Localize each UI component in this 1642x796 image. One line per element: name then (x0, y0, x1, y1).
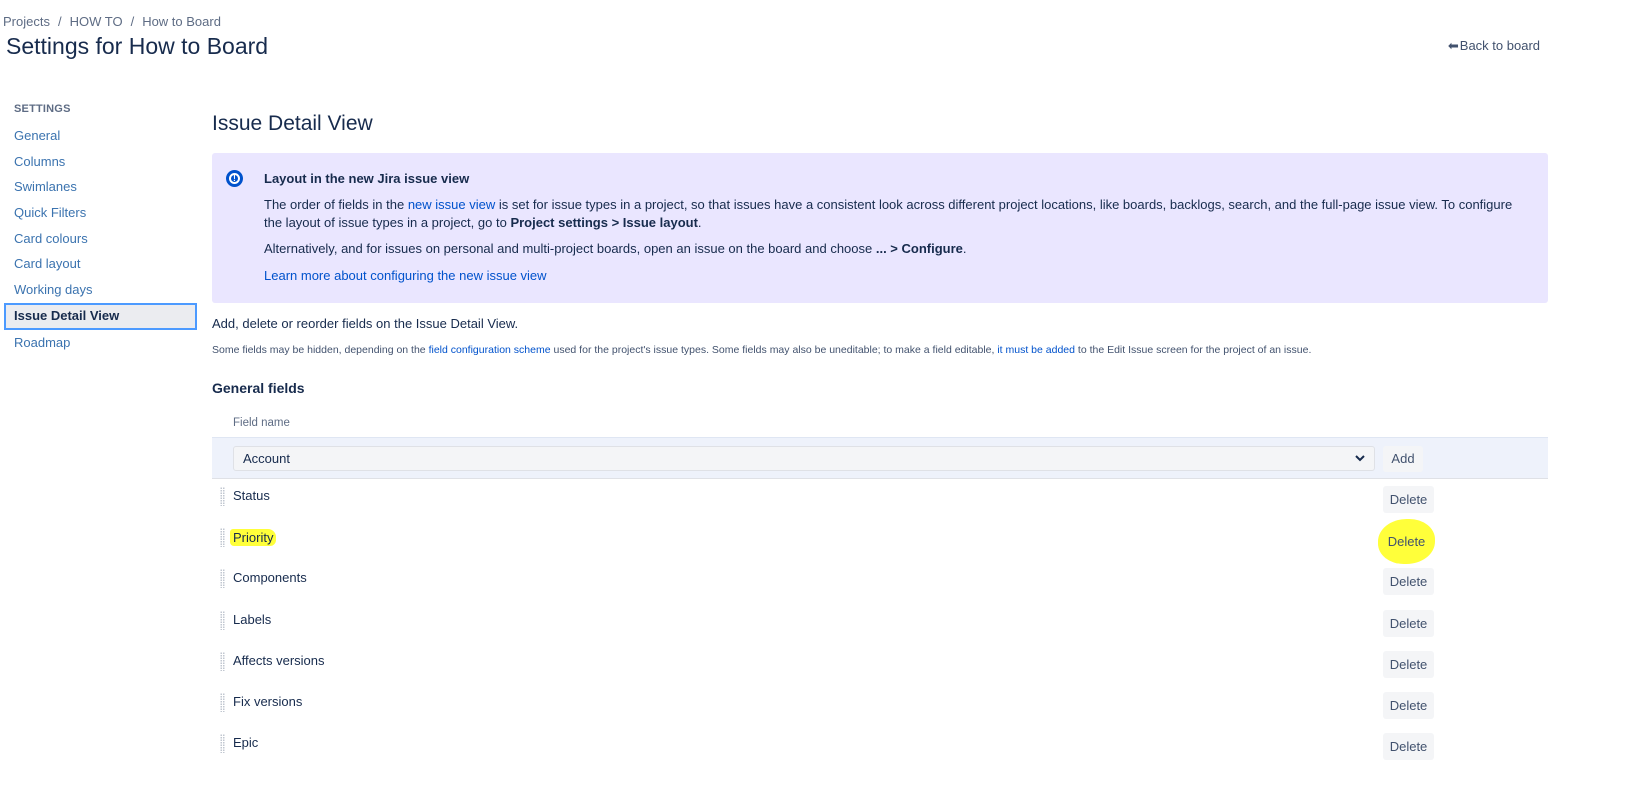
field-rows: Status Delete Priority Delete Components… (212, 479, 1548, 767)
drag-handle-icon[interactable] (220, 487, 225, 506)
field-name: Labels (233, 611, 272, 627)
sidebar-item-issue-detail-view[interactable]: Issue Detail View (4, 302, 197, 330)
field-row-labels: Labels Delete (212, 603, 1548, 644)
field-name: Epic (233, 735, 259, 751)
breadcrumb-separator: / (130, 14, 135, 29)
breadcrumb: Projects / HOW TO / How to Board (3, 14, 221, 29)
drag-handle-icon[interactable] (220, 651, 225, 671)
info-text: . (962, 241, 967, 256)
page-title: Settings for How to Board (6, 33, 269, 59)
delete-field-button[interactable]: Delete (1383, 650, 1434, 678)
sidebar-item-swimlanes[interactable]: Swimlanes (4, 174, 197, 200)
sidebar-item-general[interactable]: General (4, 123, 197, 149)
back-arrow-icon: ⬅ (1447, 38, 1459, 53)
drag-handle-icon[interactable] (220, 734, 225, 754)
note-text: used for the project's issue types. Some… (550, 344, 998, 356)
field-row-affects-versions: Affects versions Delete (212, 644, 1548, 685)
info-text: The order of fields in the (264, 197, 408, 212)
back-to-board-label: Back to board (1459, 38, 1540, 53)
sidebar-heading: SETTINGS (14, 103, 71, 115)
fields-note: Some fields may be hidden, depending on … (212, 344, 1548, 356)
sidebar-item-working-days[interactable]: Working days (4, 277, 197, 303)
delete-field-button[interactable]: Delete (1383, 609, 1434, 637)
note-text: to the Edit Issue screen for the project… (1074, 344, 1312, 356)
column-header-field-name: Field name (233, 417, 290, 429)
must-be-added-link[interactable]: it must be added (997, 344, 1075, 356)
general-fields-heading: General fields (212, 380, 305, 396)
field-name: Priority (230, 529, 277, 547)
drag-handle-icon[interactable] (220, 528, 225, 548)
info-panel-paragraph-1: The order of fields in the new issue vie… (264, 196, 1528, 232)
field-row-status: Status Delete (212, 479, 1548, 520)
add-field-row: Account Add (212, 437, 1548, 479)
sidebar-item-columns[interactable]: Columns (4, 149, 197, 175)
breadcrumb-projects[interactable]: Projects (3, 14, 50, 29)
new-issue-view-link[interactable]: new issue view (408, 197, 495, 212)
section-title: Issue Detail View (212, 112, 373, 135)
delete-field-button[interactable]: Delete (1383, 733, 1434, 761)
field-name: Fix versions (233, 693, 303, 709)
drag-handle-icon[interactable] (220, 692, 225, 712)
note-text: Some fields may be hidden, depending on … (212, 344, 429, 356)
main-content: Issue Detail View ! Layout in the new Ji… (212, 110, 1548, 767)
field-name: Components (233, 570, 307, 586)
field-select-value: Account (243, 451, 290, 466)
field-row-components: Components Delete (212, 561, 1548, 602)
delete-field-button[interactable]: Delete (1378, 519, 1435, 565)
breadcrumb-separator: / (57, 14, 62, 29)
field-row-priority: Priority Delete (212, 519, 1548, 565)
field-name: Status (233, 488, 270, 503)
configure-path: ... > Configure (875, 241, 963, 256)
field-select[interactable]: Account (233, 446, 1375, 471)
drag-handle-icon[interactable] (220, 610, 225, 630)
field-name: Affects versions (233, 652, 325, 668)
info-panel: ! Layout in the new Jira issue view The … (212, 153, 1548, 303)
sidebar-item-card-colours[interactable]: Card colours (4, 226, 197, 252)
info-panel-title: Layout in the new Jira issue view (264, 171, 470, 186)
intro-text: Add, delete or reorder fields on the Iss… (212, 316, 519, 331)
learn-more-link[interactable]: Learn more about configuring the new iss… (264, 268, 547, 283)
info-icon: ! (226, 170, 243, 187)
breadcrumb-how-to[interactable]: HOW TO (70, 14, 123, 29)
field-row-epic: Epic Delete (212, 726, 1548, 767)
fields-table: Field name Account Add Status Delete Pri… (212, 417, 1548, 767)
delete-field-button[interactable]: Delete (1383, 568, 1434, 596)
delete-field-button[interactable]: Delete (1383, 691, 1434, 719)
sidebar-item-card-layout[interactable]: Card layout (4, 251, 197, 277)
breadcrumb-how-to-board[interactable]: How to Board (142, 14, 221, 29)
drag-handle-icon[interactable] (220, 569, 225, 589)
field-row-fix-versions: Fix versions Delete (212, 685, 1548, 726)
add-field-button[interactable]: Add (1383, 446, 1423, 472)
chevron-down-icon (1354, 447, 1366, 479)
info-text: . (697, 215, 702, 230)
field-configuration-scheme-link[interactable]: field configuration scheme (429, 344, 551, 356)
info-text: Alternatively, and for issues on persona… (264, 241, 876, 256)
back-to-board-link[interactable]: ⬅Back to board (1448, 38, 1540, 54)
settings-sidebar: SETTINGS General Columns Swimlanes Quick… (4, 100, 197, 356)
project-settings-path: Project settings > Issue layout (510, 215, 698, 230)
sidebar-item-quick-filters[interactable]: Quick Filters (4, 200, 197, 226)
info-panel-paragraph-2: Alternatively, and for issues on persona… (264, 240, 1528, 258)
sidebar-item-roadmap[interactable]: Roadmap (4, 330, 197, 356)
delete-field-button[interactable]: Delete (1383, 486, 1434, 513)
